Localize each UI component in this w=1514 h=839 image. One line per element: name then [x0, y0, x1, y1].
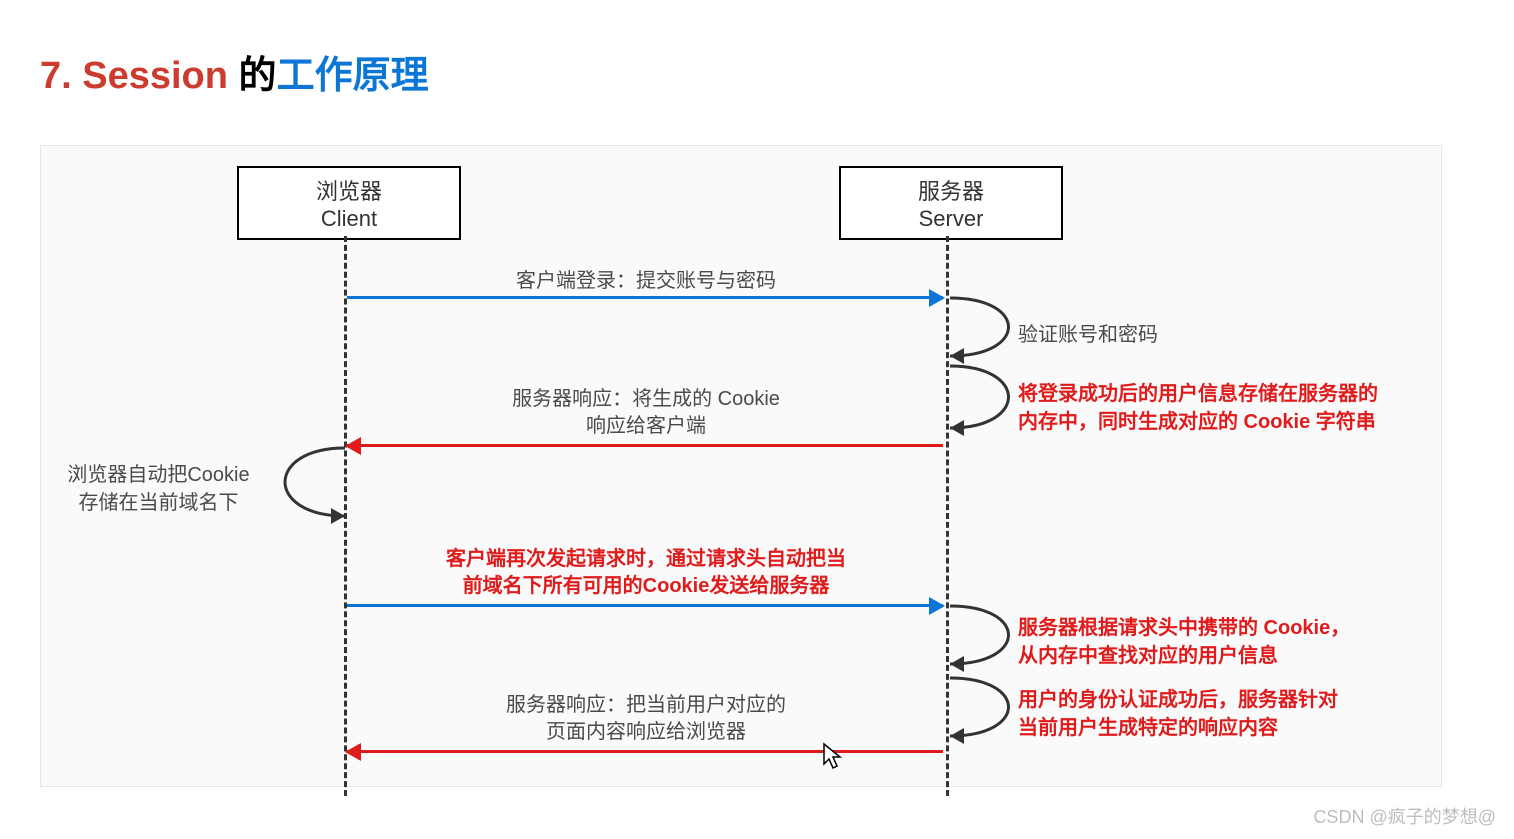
participant-client: 浏览器 Client	[237, 166, 461, 240]
self-note-store: 将登录成功后的用户信息存储在服务器的 内存中，同时生成对应的 Cookie 字符…	[1018, 380, 1418, 436]
message-cookie-response-l2: 响应给客户端	[586, 415, 706, 437]
message-final-response-l2: 页面内容响应给浏览器	[546, 721, 746, 743]
self-note-generate-l2: 当前用户生成特定的响应内容	[1018, 717, 1278, 739]
self-note-generate-l1: 用户的身份认证成功后，服务器针对	[1018, 689, 1338, 711]
self-note-lookup-l2: 从内存中查找对应的用户信息	[1018, 645, 1278, 667]
participant-server: 服务器 Server	[839, 166, 1063, 240]
heading-de: 的	[239, 55, 277, 97]
cursor-icon	[822, 742, 844, 770]
self-loop-browser-store	[255, 446, 355, 526]
participant-client-label-1: 浏览器	[239, 174, 459, 206]
self-note-lookup: 服务器根据请求头中携带的 Cookie， 从内存中查找对应的用户信息	[1018, 614, 1428, 670]
message-final-response-l1: 服务器响应：把当前用户对应的	[506, 694, 786, 716]
self-note-store-l2: 内存中，同时生成对应的 Cookie 字符串	[1018, 411, 1376, 433]
arrow-final-response	[347, 750, 943, 753]
arrowhead-icon	[929, 597, 945, 615]
participant-client-label-2: Client	[239, 206, 459, 232]
self-note-store-l1: 将登录成功后的用户信息存储在服务器的	[1018, 383, 1378, 405]
self-note-validate: 验证账号和密码	[1018, 321, 1158, 349]
watermark: CSDN @疯子的梦想@	[1313, 803, 1496, 829]
participant-server-label-2: Server	[841, 206, 1061, 232]
heading-number: 7.	[40, 55, 82, 97]
self-note-browser-store-l1: 浏览器自动把Cookie	[67, 464, 249, 486]
heading-work: 工作原理	[277, 55, 429, 97]
heading-session: Session	[82, 55, 238, 97]
message-login-label: 客户端登录：提交账号与密码	[346, 268, 946, 295]
arrow-resend	[347, 604, 943, 607]
self-note-browser-store-l2: 存储在当前域名下	[79, 492, 239, 514]
self-note-lookup-l1: 服务器根据请求头中携带的 Cookie，	[1018, 617, 1350, 639]
participant-server-label-1: 服务器	[841, 174, 1061, 206]
message-cookie-response-label: 服务器响应：将生成的 Cookie 响应给客户端	[346, 386, 946, 440]
self-note-browser-store: 浏览器自动把Cookie 存储在当前域名下	[51, 461, 266, 517]
self-note-generate: 用户的身份认证成功后，服务器针对 当前用户生成特定的响应内容	[1018, 686, 1418, 742]
arrow-login	[347, 296, 943, 299]
arrowhead-icon	[929, 289, 945, 307]
diagram-frame: 浏览器 Client 服务器 Server 客户端登录：提交账号与密码 验证账号…	[40, 145, 1442, 787]
message-resend-l2: 前域名下所有可用的Cookie发送给服务器	[463, 575, 830, 597]
page-title: 7. Session 的工作原理	[40, 44, 429, 99]
message-resend-label: 客户端再次发起请求时，通过请求头自动把当 前域名下所有可用的Cookie发送给服…	[346, 546, 946, 600]
arrow-cookie-response	[347, 444, 943, 447]
message-resend-l1: 客户端再次发起请求时，通过请求头自动把当	[446, 548, 846, 570]
message-cookie-response-l1: 服务器响应：将生成的 Cookie	[512, 388, 780, 410]
arrowhead-icon	[345, 743, 361, 761]
message-final-response-label: 服务器响应：把当前用户对应的 页面内容响应给浏览器	[346, 692, 946, 746]
